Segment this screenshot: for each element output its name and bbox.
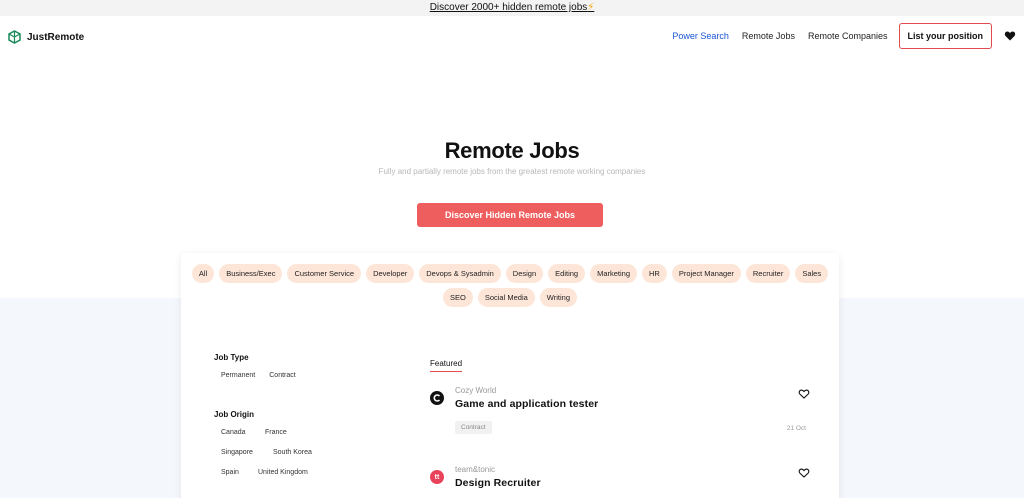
filter-permanent[interactable]: Permanent [214, 368, 262, 383]
filter-contract[interactable]: Contract [262, 368, 302, 383]
brand-name: JustRemote [27, 31, 85, 43]
navbar: JustRemote Power Search Remote Jobs Remo… [0, 16, 1024, 58]
filter-singapore[interactable]: Singapore [214, 445, 266, 460]
category-chip-social-media[interactable]: Social Media [477, 288, 535, 307]
category-chips: All Business/Exec Customer Service Devel… [187, 264, 833, 307]
category-chip-project-manager[interactable]: Project Manager [671, 264, 741, 283]
job-card[interactable]: Cozy World Game and application tester C… [430, 383, 810, 443]
category-chip-design[interactable]: Design [505, 264, 544, 283]
filter-spain[interactable]: Spain [214, 465, 251, 480]
category-chip-seo[interactable]: SEO [443, 288, 473, 307]
category-chip-recruiter[interactable]: Recruiter [745, 264, 791, 283]
job-origin-options: Canada France Singapore South Korea Spai… [214, 425, 334, 485]
save-heart-icon[interactable] [798, 388, 810, 400]
filter-united-kingdom[interactable]: United Kingdom [251, 465, 315, 480]
nav-power-search[interactable]: Power Search [672, 31, 729, 41]
category-chip-sales[interactable]: Sales [795, 264, 829, 283]
category-chip-marketing[interactable]: Marketing [590, 264, 638, 283]
page-subtitle: Fully and partially remote jobs from the… [378, 167, 646, 176]
page-title: Remote Jobs [444, 138, 580, 163]
job-type-heading: Job Type [214, 353, 249, 362]
justremote-logo-icon [8, 30, 21, 44]
category-chip-editing[interactable]: Editing [548, 264, 586, 283]
brand-logo[interactable]: JustRemote [8, 30, 84, 44]
lightning-icon: ⚡ [587, 2, 595, 13]
list-position-button[interactable]: List your position [898, 23, 992, 49]
job-title[interactable]: Game and application tester [455, 398, 598, 410]
discover-hidden-jobs-button[interactable]: Discover Hidden Remote Jobs [417, 203, 603, 227]
category-chip-hr[interactable]: HR [642, 264, 667, 283]
category-chip-devops[interactable]: Devops & Sysadmin [419, 264, 501, 283]
heart-icon[interactable] [1004, 30, 1016, 42]
category-chip-writing[interactable]: Writing [539, 288, 577, 307]
job-title[interactable]: Design Recruiter [455, 477, 541, 489]
company-logo: tt [430, 470, 444, 484]
filters-panel: Job Type Permanent Contract Job Origin C… [214, 353, 394, 498]
job-type-tag: Contract [455, 421, 492, 434]
job-listing: Featured Cozy World Game and application… [430, 353, 810, 489]
job-origin-heading: Job Origin [214, 410, 254, 419]
save-heart-icon[interactable] [798, 467, 810, 479]
promo-banner: Discover 2000+ hidden remote jobs⚡ [0, 0, 1024, 16]
job-card[interactable]: tt team&tonic Design Recruiter [430, 462, 810, 498]
filter-france[interactable]: France [258, 425, 294, 440]
tab-featured[interactable]: Featured [430, 359, 463, 372]
filter-canada[interactable]: Canada [214, 425, 258, 440]
job-date: 21 Oct [786, 425, 806, 432]
category-chip-customer-service[interactable]: Customer Service [287, 264, 362, 283]
company-logo [430, 391, 444, 405]
category-chip-business-exec[interactable]: Business/Exec [219, 264, 283, 283]
cozy-world-logo-icon [433, 394, 441, 402]
job-type-options: Permanent Contract [214, 368, 394, 388]
promo-link[interactable]: Discover 2000+ hidden remote jobs⚡ [430, 2, 595, 13]
company-name: team&tonic [455, 465, 496, 474]
filter-south-korea[interactable]: South Korea [266, 445, 319, 460]
nav-remote-companies[interactable]: Remote Companies [808, 31, 888, 41]
category-chip-developer[interactable]: Developer [366, 264, 415, 283]
category-chip-all[interactable]: All [191, 264, 215, 283]
jobs-card: All Business/Exec Customer Service Devel… [181, 253, 839, 498]
company-name: Cozy World [455, 386, 497, 395]
nav-remote-jobs[interactable]: Remote Jobs [742, 31, 795, 41]
